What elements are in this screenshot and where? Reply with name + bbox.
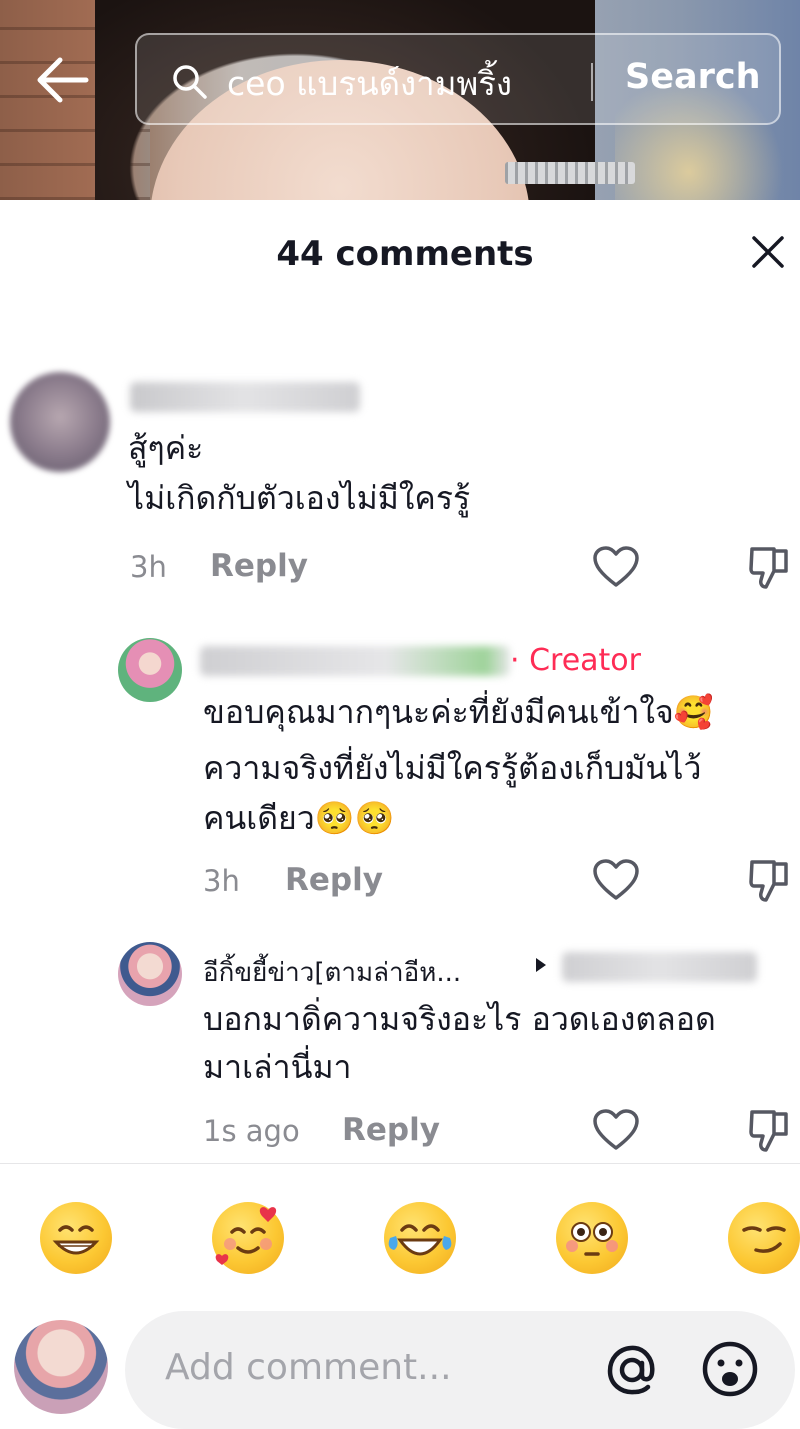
comment-timestamp: 3h — [130, 550, 167, 584]
smiling-hearts-emoji[interactable] — [212, 1202, 284, 1274]
like-heart-icon[interactable] — [592, 1108, 640, 1152]
comment-text-line: คนเดียว🥺🥺 — [203, 799, 395, 837]
emoji-bar-divider — [0, 1163, 800, 1164]
smirk-emoji[interactable] — [728, 1202, 800, 1274]
flushed-emoji[interactable] — [556, 1202, 628, 1274]
emoji-picker-icon[interactable] — [700, 1339, 760, 1399]
mention-at-icon[interactable] — [603, 1341, 661, 1399]
comment-timestamp: 1s ago — [203, 1114, 300, 1148]
search-query[interactable]: ceo แบรนด์งามพริ้ง — [227, 57, 512, 110]
like-heart-icon[interactable] — [592, 858, 640, 902]
add-comment-input[interactable]: Add comment... — [125, 1311, 795, 1429]
comment-text-line: สู้ๆค่ะ — [128, 429, 204, 467]
reply-avatar[interactable] — [118, 942, 182, 1006]
reply-username[interactable]: อีกิ้ขยี้ข่าว[ตามล่าอีห... — [203, 952, 461, 993]
reply-to-arrow-icon — [534, 956, 548, 974]
search-icon — [171, 63, 209, 101]
reply-button[interactable]: Reply — [285, 862, 383, 898]
tears-of-joy-emoji[interactable] — [384, 1202, 456, 1274]
comment-text-line: มาเล่านี่มา — [203, 1048, 352, 1086]
comments-count-title: 44 comments — [276, 234, 534, 274]
dislike-icon[interactable] — [748, 858, 792, 904]
reply-button[interactable]: Reply — [210, 548, 308, 584]
search-divider — [591, 63, 593, 101]
back-arrow-icon[interactable] — [30, 48, 94, 112]
commenter-avatar[interactable] — [10, 372, 110, 472]
replied-to-username-blurred[interactable] — [562, 952, 757, 982]
creator-badge: · Creator — [510, 643, 641, 678]
commenter-username-blurred[interactable] — [130, 382, 360, 412]
add-comment-placeholder[interactable]: Add comment... — [165, 1347, 452, 1388]
search-bar[interactable]: ceo แบรนด์งามพริ้ง Search — [135, 33, 781, 125]
comment-timestamp: 3h — [203, 864, 240, 898]
comment-text-line: ไม่เกิดกับตัวเองไม่มีใครรู้ — [128, 479, 471, 517]
comment-text-line: บอกมาดิ่ความจริงอะไร อวดเองตลอด — [203, 1000, 716, 1038]
like-heart-icon[interactable] — [592, 545, 640, 589]
air-vent — [505, 162, 635, 184]
current-user-avatar[interactable] — [14, 1320, 108, 1414]
reply-button[interactable]: Reply — [342, 1112, 440, 1148]
comments-panel: 44 comments สู้ๆค่ะ ไม่เกิดกับตัวเองไม่ม… — [0, 200, 800, 1429]
close-icon[interactable] — [748, 232, 788, 272]
dislike-icon[interactable] — [748, 1108, 792, 1154]
creator-avatar[interactable] — [118, 638, 182, 702]
comment-text-line: ขอบคุณมากๆนะค่ะที่ยังมีคนเข้าใจ🥰 — [203, 693, 714, 731]
search-button[interactable]: Search — [625, 57, 761, 97]
dislike-icon[interactable] — [748, 545, 792, 591]
creator-label: Creator — [529, 643, 641, 678]
grin-emoji[interactable] — [40, 1202, 112, 1274]
comment-text-line: ความจริงที่ยังไม่มีใครรู้ต้องเก็บมันไว้ — [203, 749, 702, 787]
creator-username-blurred[interactable] — [200, 646, 510, 676]
